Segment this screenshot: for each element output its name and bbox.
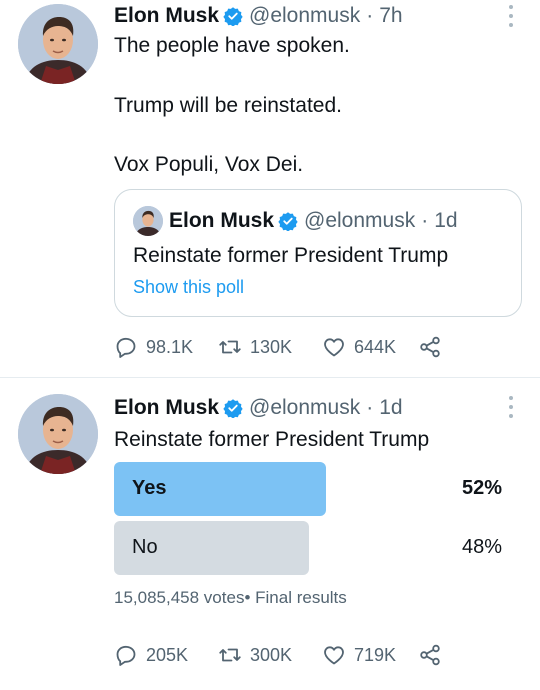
reply-button[interactable]: 205K (114, 643, 218, 667)
tweet-actions: 98.1K 130K 644K (114, 333, 534, 361)
timestamp[interactable]: 1d (434, 209, 457, 233)
tweet-actions: 205K 300K 719K (114, 641, 534, 669)
poll-option-label: Yes (132, 477, 167, 499)
separator-dot: · (366, 4, 374, 27)
share-icon (420, 336, 440, 358)
heart-icon (324, 338, 344, 357)
poll-status: • Final results (244, 588, 347, 607)
verified-badge-icon (223, 399, 243, 418)
author-handle[interactable]: @elonmusk (304, 209, 415, 233)
poll-option-no: No 48% (114, 521, 522, 575)
author-handle[interactable]: @elonmusk (249, 4, 360, 28)
retweet-button[interactable]: 300K (218, 643, 322, 667)
like-count: 719K (354, 644, 397, 665)
avatar[interactable] (18, 4, 98, 84)
quoted-tweet-header: Elon Musk @elonmusk · 1d (169, 209, 458, 233)
show-poll-link[interactable]: Show this poll (133, 277, 244, 298)
timestamp[interactable]: 7h (379, 4, 402, 28)
like-count: 644K (354, 336, 397, 357)
avatar-image (18, 4, 98, 84)
avatar-image (133, 206, 163, 236)
tweet-text-line: Trump will be reinstated. (114, 94, 342, 117)
verified-badge-icon (223, 7, 243, 26)
separator-dot: · (366, 396, 374, 419)
author-handle[interactable]: @elonmusk (249, 396, 360, 420)
poll-vote-count: 15,085,458 votes (114, 588, 245, 607)
reply-icon (116, 337, 136, 358)
quoted-tweet-card[interactable]: Elon Musk @elonmusk · 1d Reinstate forme… (114, 189, 522, 317)
poll-option-label: No (132, 536, 158, 558)
timestamp[interactable]: 1d (379, 396, 402, 420)
quoted-tweet-text: Reinstate former President Trump (133, 244, 449, 267)
retweet-count: 300K (250, 644, 293, 665)
share-button[interactable] (418, 335, 442, 359)
reply-count: 205K (146, 644, 189, 665)
more-vertical-icon[interactable] (508, 5, 514, 27)
tweet-quote[interactable]: Elon Musk @elonmusk · 7h The people have… (0, 0, 540, 378)
reply-count: 98.1K (146, 336, 194, 357)
author-name[interactable]: Elon Musk (114, 396, 219, 420)
reply-icon (116, 645, 136, 666)
retweet-icon (219, 648, 241, 662)
reply-button[interactable]: 98.1K (114, 335, 218, 359)
tweet-poll[interactable]: Elon Musk @elonmusk · 1d Reinstate forme… (0, 378, 540, 690)
verified-badge-icon (278, 212, 298, 231)
tweet-text-line: Vox Populi, Vox Dei. (114, 153, 304, 176)
separator-dot: · (421, 209, 429, 232)
author-name[interactable]: Elon Musk (169, 209, 274, 233)
avatar-image (18, 394, 98, 474)
retweet-count: 130K (250, 336, 293, 357)
tweet-header: Elon Musk @elonmusk · 7h (114, 3, 500, 29)
author-name[interactable]: Elon Musk (114, 4, 219, 28)
poll-option-percent: 48% (461, 536, 502, 558)
retweet-button[interactable]: 130K (218, 335, 322, 359)
heart-icon (324, 646, 344, 665)
poll-footer: 15,085,458 votes• Final results (114, 588, 347, 608)
tweet-header: Elon Musk @elonmusk · 1d (114, 395, 500, 421)
more-vertical-icon[interactable] (508, 396, 514, 418)
tweet-text-line: The people have spoken. (114, 34, 350, 57)
like-button[interactable]: 719K (322, 643, 418, 667)
avatar[interactable] (133, 206, 163, 236)
share-icon (420, 644, 440, 666)
poll-option-percent: 52% (461, 477, 502, 499)
poll-option-yes: Yes 52% (114, 462, 522, 516)
retweet-icon (219, 340, 241, 354)
poll-question: Reinstate former President Trump (114, 428, 430, 451)
avatar[interactable] (18, 394, 98, 474)
like-button[interactable]: 644K (322, 335, 418, 359)
share-button[interactable] (418, 643, 442, 667)
